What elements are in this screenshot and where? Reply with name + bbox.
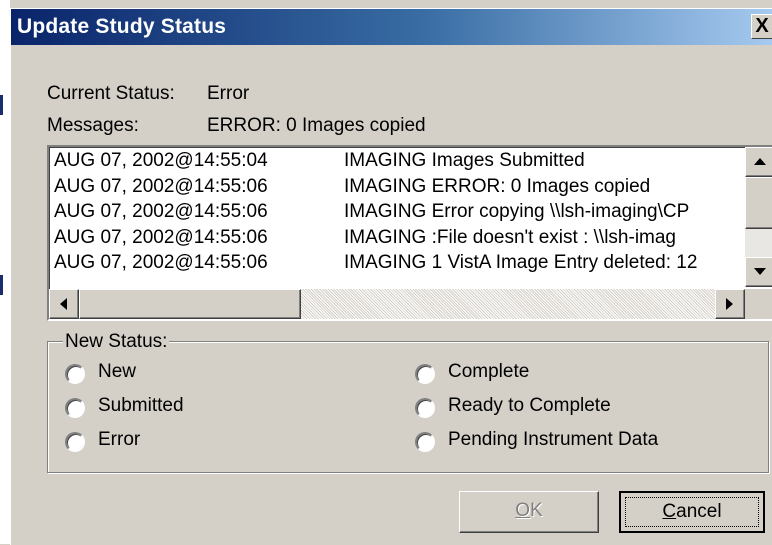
scroll-down-button[interactable] (745, 257, 772, 287)
message-timestamp: AUG 07, 2002@14:55:06 (54, 252, 268, 273)
radio-circle[interactable] (415, 364, 435, 384)
current-status-value: Error (207, 83, 250, 104)
ok-mnemonic: O (515, 500, 531, 521)
title-bar: Update Study Status X (11, 9, 772, 45)
message-timestamp: AUG 07, 2002@14:55:04 (54, 150, 268, 171)
cancel-focus-rect: Cancel (625, 497, 759, 527)
messages-value: ERROR: 0 Images copied (207, 115, 426, 136)
radio-circle[interactable] (65, 432, 85, 452)
radio-circle[interactable] (415, 398, 435, 418)
messages-label: Messages: (47, 115, 139, 136)
message-log-rows: AUG 07, 2002@14:55:04 IMAGING Images Sub… (52, 149, 736, 285)
message-timestamp: AUG 07, 2002@14:55:06 (54, 175, 268, 197)
message-timestamp: AUG 07, 2002@14:55:06 (54, 201, 268, 222)
radio-label-new: New (98, 361, 137, 382)
arrow-up-icon (754, 158, 766, 165)
message-text: IMAGING Error copying \\lsh-imaging\CP (344, 201, 690, 222)
radio-circle[interactable] (415, 432, 435, 452)
message-text: IMAGING Images Submitted (344, 150, 585, 171)
scroll-up-button[interactable] (745, 147, 772, 177)
dialog-title: Update Study Status (17, 15, 227, 38)
background-edge (0, 0, 10, 544)
scroll-right-button[interactable] (715, 289, 745, 319)
new-status-group-title: New Status: (63, 331, 170, 353)
list-item[interactable]: AUG 07, 2002@14:55:06 IMAGING ERROR: 0 I… (52, 175, 736, 201)
radio-label-complete: Complete (448, 361, 530, 382)
cancel-label-rest: ancel (676, 501, 722, 522)
cancel-mnemonic: C (662, 501, 677, 522)
message-text: IMAGING ERROR: 0 Images copied (344, 175, 651, 197)
ok-label-rest: K (530, 500, 543, 521)
background-mark (0, 275, 3, 295)
message-text: IMAGING 1 VistA Image Entry deleted: 12 (344, 252, 698, 273)
cancel-button[interactable]: Cancel (619, 491, 765, 533)
list-item[interactable]: AUG 07, 2002@14:55:04 IMAGING Images Sub… (52, 149, 736, 175)
vertical-scroll-thumb[interactable] (745, 177, 772, 229)
current-status-label: Current Status: (47, 83, 175, 104)
horizontal-scrollbar[interactable] (49, 289, 745, 319)
close-button[interactable]: X (751, 14, 772, 39)
scrollbar-corner (745, 289, 772, 319)
arrow-right-icon (726, 298, 733, 310)
list-item[interactable]: AUG 07, 2002@14:55:06 IMAGING Error copy… (52, 200, 736, 226)
radio-circle[interactable] (65, 364, 85, 384)
radio-label-pending-instrument-data: Pending Instrument Data (448, 429, 659, 450)
list-item[interactable]: AUG 07, 2002@14:55:06 IMAGING :File does… (52, 226, 736, 252)
radio-circle[interactable] (65, 398, 85, 418)
radio-label-ready-to-complete: Ready to Complete (448, 395, 611, 416)
ok-button[interactable]: OK (459, 491, 599, 533)
arrow-down-icon (754, 268, 766, 275)
message-text: IMAGING :File doesn't exist : \\lsh-imag (344, 226, 676, 248)
message-log-listbox[interactable]: AUG 07, 2002@14:55:04 IMAGING Images Sub… (47, 145, 772, 321)
scroll-left-button[interactable] (49, 289, 79, 319)
message-timestamp: AUG 07, 2002@14:55:06 (54, 226, 268, 248)
list-item[interactable]: AUG 07, 2002@14:55:06 IMAGING 1 VistA Im… (52, 251, 736, 277)
background-mark (0, 95, 3, 115)
arrow-left-icon (60, 298, 67, 310)
vertical-scrollbar[interactable] (745, 147, 772, 287)
radio-label-submitted: Submitted (98, 395, 184, 416)
horizontal-scroll-thumb[interactable] (79, 289, 301, 319)
close-icon: X (755, 15, 769, 37)
update-study-status-dialog: Update Study Status X Current Status: Er… (10, 8, 772, 545)
radio-label-error: Error (98, 429, 141, 450)
